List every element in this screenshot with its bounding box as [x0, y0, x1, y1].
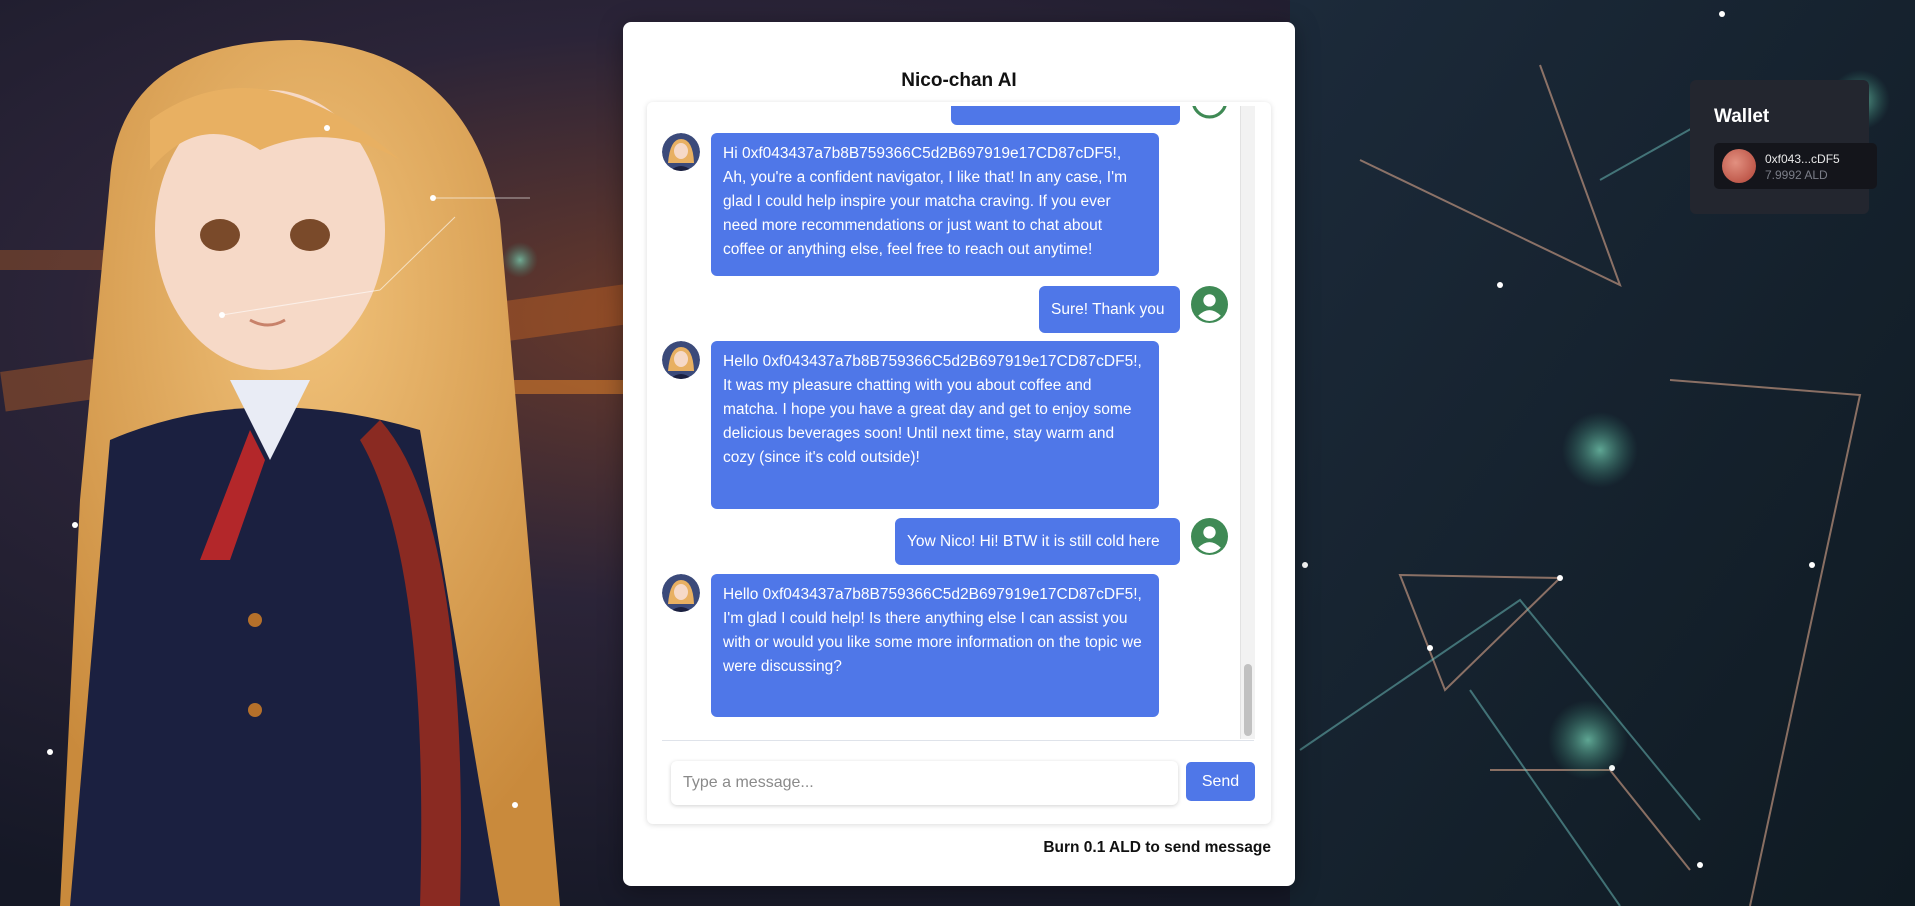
bot-message-bubble: Hello 0xf043437a7b8B759366C5d2B697919e17…	[711, 574, 1159, 717]
message-input-wrapper	[671, 761, 1178, 805]
chat-scrollbar[interactable]	[1240, 106, 1255, 739]
user-message-bubble: Yow Nico! Hi! BTW it is still cold here	[895, 518, 1180, 565]
wallet-balance: 7.9992 ALD	[1765, 168, 1828, 182]
app-title: Nico-chan AI	[901, 70, 1017, 91]
send-button[interactable]: Send	[1186, 762, 1255, 801]
user-circle-icon	[1191, 518, 1228, 555]
user-circle-icon	[1191, 286, 1228, 323]
wallet-address: 0xf043...cDF5	[1765, 152, 1840, 166]
message-input[interactable]	[671, 761, 1178, 805]
wallet-account[interactable]: 0xf043...cDF5 7.9992 ALD	[1714, 143, 1877, 189]
wallet-avatar	[1722, 149, 1756, 183]
bot-message-bubble: Hello 0xf043437a7b8B759366C5d2B697919e17…	[711, 341, 1159, 509]
nico-avatar-icon	[662, 574, 700, 612]
scrollbar-thumb[interactable]	[1244, 664, 1252, 736]
burn-cost-note: Burn 0.1 ALD to send message	[1043, 839, 1271, 856]
user-message-bubble: Sure! Thank you	[1039, 286, 1180, 333]
nico-avatar-icon	[662, 133, 700, 171]
user-message-bubble	[951, 106, 1180, 125]
divider	[662, 740, 1254, 741]
nico-avatar-icon	[662, 341, 700, 379]
message-scroll-area[interactable]: Hi 0xf043437a7b8B759366C5d2B697919e17CD8…	[662, 106, 1240, 739]
bot-message-bubble: Hi 0xf043437a7b8B759366C5d2B697919e17CD8…	[711, 133, 1159, 276]
wallet-title: Wallet	[1714, 106, 1770, 127]
user-circle-icon	[1192, 106, 1227, 119]
wallet-panel: Wallet 0xf043...cDF5 7.9992 ALD	[1690, 80, 1877, 214]
